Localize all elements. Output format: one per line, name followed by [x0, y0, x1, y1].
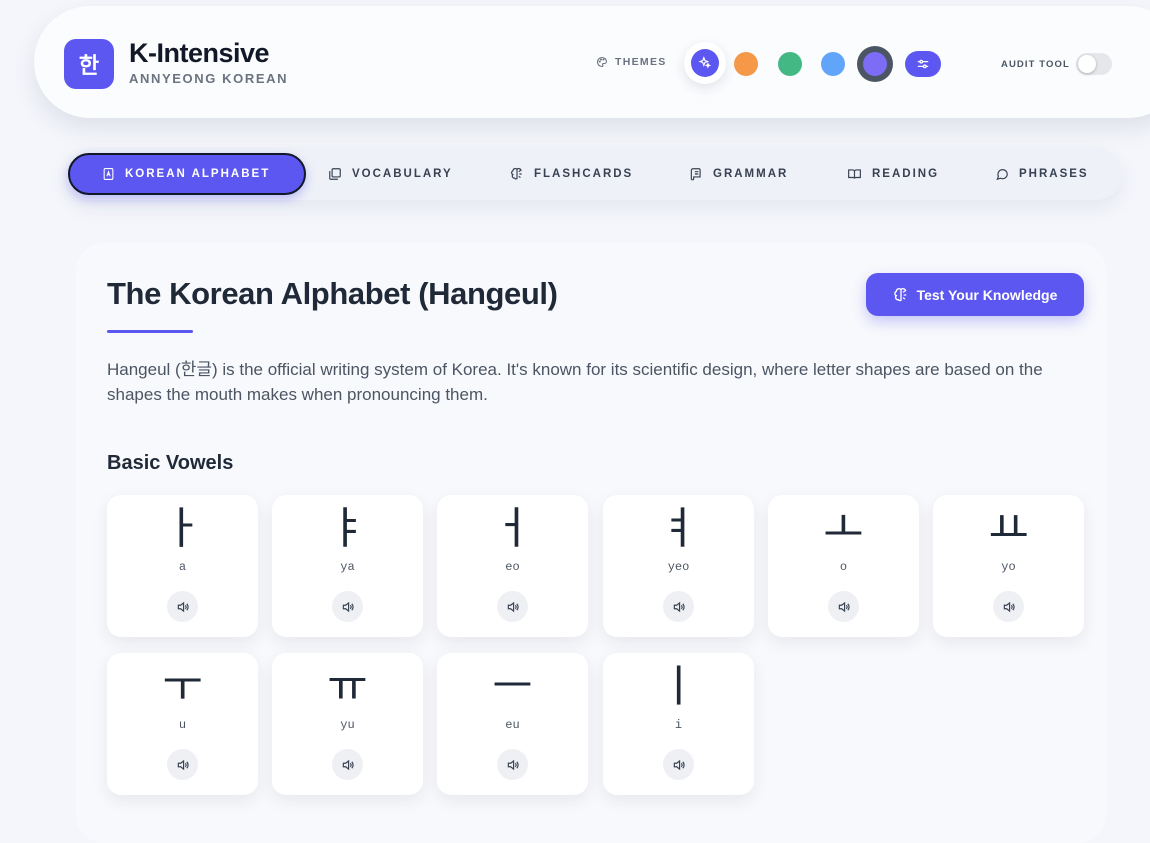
speaker-icon — [507, 601, 519, 612]
vowel-card[interactable]: ㅏ a — [107, 495, 258, 637]
tab-vocabulary[interactable]: VOCABULARY — [328, 153, 453, 195]
vowel-romanization: eu — [505, 718, 520, 732]
tab-label: PHRASES — [1019, 168, 1089, 180]
vowel-glyph: ㅛ — [988, 503, 1029, 554]
vowel-romanization: yo — [1001, 560, 1016, 574]
tab-label: FLASHCARDS — [534, 168, 634, 180]
audit-tool-label: AUDIT TOOL — [1001, 59, 1070, 70]
vowel-glyph: ㅣ — [658, 661, 699, 712]
speaker-icon — [673, 601, 685, 612]
page-title: The Korean Alphabet (Hangeul) — [107, 276, 558, 311]
scroll-icon — [690, 168, 701, 181]
tab-reading[interactable]: READING — [847, 153, 939, 195]
theme-option-orange[interactable] — [734, 52, 758, 76]
play-audio-button[interactable] — [663, 749, 694, 780]
play-audio-button[interactable] — [663, 591, 694, 622]
vowel-glyph: ㅠ — [327, 661, 368, 712]
tab-flashcards[interactable]: FLASHCARDS — [510, 153, 633, 195]
vowel-romanization: u — [178, 718, 187, 732]
speaker-icon — [507, 759, 519, 770]
vowel-card[interactable]: ㅛ yo — [933, 495, 1084, 637]
alphabet-icon — [103, 168, 114, 180]
theme-option-green[interactable] — [778, 52, 802, 76]
tab-label: GRAMMAR — [713, 168, 789, 180]
logo-char: 한 — [78, 54, 100, 79]
theme-swatch-selected — [691, 49, 719, 77]
app-header: 한 K-Intensive ANNYEONG KOREAN THEMES AUD… — [34, 6, 1150, 118]
play-audio-button[interactable] — [167, 591, 198, 622]
speaker-icon — [177, 759, 189, 770]
vowel-romanization: ya — [340, 560, 355, 574]
vowel-glyph: ㅕ — [658, 503, 699, 554]
toggle-knob — [1078, 55, 1096, 73]
intro-paragraph: Hangeul (한글) is the official writing sys… — [107, 360, 1043, 404]
theme-option-indigo[interactable] — [684, 42, 726, 84]
tab-grammar[interactable]: GRAMMAR — [689, 153, 788, 195]
vowel-glyph: ㅑ — [327, 503, 368, 554]
app-title: K-Intensive — [129, 38, 270, 68]
brain-icon — [511, 167, 522, 180]
cards-stack-icon — [329, 168, 341, 180]
vowel-glyph: ㅗ — [823, 503, 864, 554]
chat-bubble-icon — [996, 169, 1008, 181]
tab-phrases[interactable]: PHRASES — [995, 153, 1089, 195]
vowel-card[interactable]: ㅓ eo — [437, 495, 588, 637]
test-knowledge-button[interactable]: Test Your Knowledge — [866, 273, 1084, 316]
play-audio-button[interactable] — [828, 591, 859, 622]
themes-text: THEMES — [615, 56, 667, 68]
button-label: Test Your Knowledge — [916, 286, 1058, 303]
speaker-icon — [177, 601, 189, 612]
vowel-card[interactable]: ㅗ o — [768, 495, 919, 637]
vowel-romanization: yeo — [667, 560, 690, 574]
tab-korean-alphabet[interactable]: KOREAN ALPHABET — [68, 153, 306, 195]
app-subtitle: ANNYEONG KOREAN — [129, 71, 289, 86]
themes-label: THEMES — [596, 56, 667, 68]
custom-theme-button[interactable] — [905, 51, 941, 77]
vowel-card[interactable]: ㅡ eu — [437, 653, 588, 795]
tab-label: READING — [872, 168, 940, 180]
play-audio-button[interactable] — [332, 591, 363, 622]
speaker-icon — [1003, 601, 1015, 612]
vowel-romanization: yu — [340, 718, 355, 732]
vowel-romanization: i — [674, 718, 683, 732]
speaker-icon — [838, 601, 850, 612]
theme-swatch-violet — [863, 52, 887, 76]
palette-icon — [596, 56, 608, 68]
vowel-glyph: ㅓ — [492, 503, 533, 554]
book-open-icon — [848, 169, 861, 179]
vowel-glyph: ㅡ — [492, 661, 533, 712]
play-audio-button[interactable] — [167, 749, 198, 780]
speaker-icon — [342, 601, 354, 612]
tab-label: KOREAN ALPHABET — [125, 168, 271, 180]
app-logo[interactable]: 한 — [64, 39, 114, 89]
speaker-icon — [342, 759, 354, 770]
vowel-romanization: a — [178, 560, 187, 574]
vowel-card[interactable]: ㅠ yu — [272, 653, 423, 795]
vowel-card[interactable]: ㅕ yeo — [603, 495, 754, 637]
theme-option-violet[interactable] — [857, 46, 893, 82]
vowel-romanization: eo — [505, 560, 520, 574]
speaker-icon — [673, 759, 685, 770]
play-audio-button[interactable] — [332, 749, 363, 780]
vowel-glyph: ㅜ — [162, 661, 203, 712]
sparkles-icon — [698, 56, 712, 69]
title-underline — [107, 330, 193, 333]
main-nav: KOREAN ALPHABET VOCABULARY FLASHCARDS GR… — [66, 148, 1122, 200]
tab-label: VOCABULARY — [352, 168, 453, 180]
brain-icon — [893, 287, 906, 301]
vowel-card[interactable]: ㅜ u — [107, 653, 258, 795]
play-audio-button[interactable] — [993, 591, 1024, 622]
sliders-icon — [917, 59, 929, 69]
vowel-card[interactable]: ㅑ ya — [272, 495, 423, 637]
vowel-glyph: ㅏ — [162, 503, 203, 554]
vowel-romanization: o — [839, 560, 848, 574]
section-title: Basic Vowels — [107, 452, 234, 474]
play-audio-button[interactable] — [497, 749, 528, 780]
vowel-card[interactable]: ㅣ i — [603, 653, 754, 795]
play-audio-button[interactable] — [497, 591, 528, 622]
audit-tool-toggle[interactable] — [1076, 53, 1112, 75]
theme-option-blue[interactable] — [821, 52, 845, 76]
